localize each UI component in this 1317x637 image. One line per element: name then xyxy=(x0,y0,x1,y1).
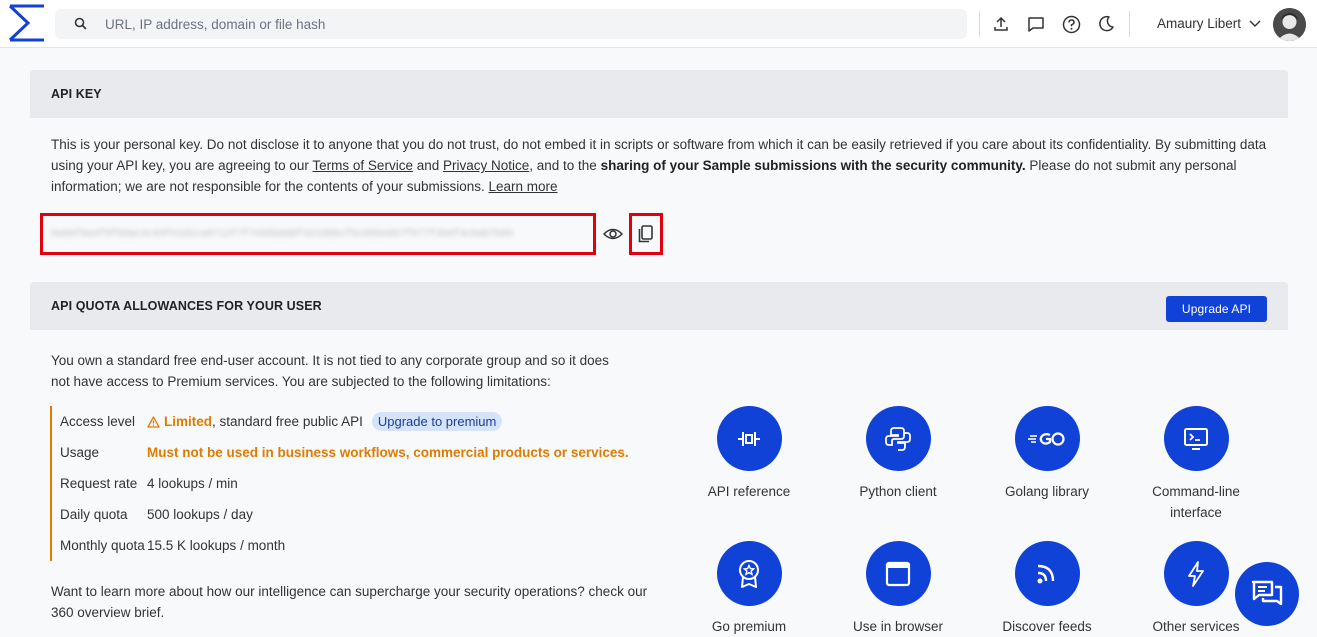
divider xyxy=(979,11,980,37)
api-key-title: API KEY xyxy=(30,70,1288,118)
tool-use-in-browser[interactable]: Use in browser xyxy=(838,541,958,637)
tool-label: Go premium xyxy=(711,619,787,634)
tool-golang-library[interactable]: Golang library xyxy=(987,406,1107,502)
bolt-icon xyxy=(1188,560,1204,587)
comment-icon[interactable] xyxy=(1025,13,1047,35)
tool-discover-feeds[interactable]: Discover feeds xyxy=(987,541,1107,637)
tool-label: Command-line interface xyxy=(1152,484,1240,520)
tool-label: Golang library xyxy=(1004,484,1090,499)
api-key-field[interactable]: 0a86f8a4f9f59ac4c93fe1d1ca8712f7f7eb5b8d… xyxy=(40,213,596,255)
python-icon xyxy=(885,426,911,451)
upgrade-api-button[interactable]: Upgrade API xyxy=(1166,296,1267,322)
api-quota-header: API QUOTA ALLOWANCES FOR YOUR USER Upgra… xyxy=(30,282,1288,330)
terms-link[interactable]: Terms of Service xyxy=(312,158,413,173)
copy-icon xyxy=(638,225,653,243)
api-key-value: 0a86f8a4f9f59ac4c93fe1d1ca8712f7f7eb5b8d… xyxy=(51,228,514,240)
api-quota-title: API QUOTA ALLOWANCES FOR YOUR USER xyxy=(51,299,322,313)
copy-button[interactable] xyxy=(629,213,663,255)
rss-icon xyxy=(1037,564,1055,583)
upload-icon[interactable] xyxy=(990,13,1012,35)
tool-go-premium[interactable]: Go premium xyxy=(689,541,809,637)
desc-text: , and to the xyxy=(529,158,601,173)
privacy-link[interactable]: Privacy Notice xyxy=(443,158,529,173)
warning-icon xyxy=(147,415,160,428)
limit-value: 4 lookups / min xyxy=(147,476,238,491)
desc-text: and xyxy=(412,158,443,173)
limit-row-request-rate: Request rate 4 lookups / min xyxy=(52,468,630,499)
limit-label: Daily quota xyxy=(60,507,128,522)
top-bar: Amaury Libert xyxy=(0,0,1317,48)
limit-row-monthly-quota: Monthly quota 15.5 K lookups / month xyxy=(52,530,630,561)
api-reference-icon xyxy=(738,431,760,446)
tool-label: Use in browser xyxy=(852,619,944,634)
limit-row-usage: Usage Must not be used in business workf… xyxy=(52,437,630,468)
search-input[interactable] xyxy=(105,16,925,32)
limit-value: 15.5 K lookups / month xyxy=(147,538,286,553)
tool-api-reference[interactable]: API reference xyxy=(689,406,809,502)
limit-row-daily-quota: Daily quota 500 lookups / day xyxy=(52,499,630,530)
api-quota-card: API QUOTA ALLOWANCES FOR YOUR USER Upgra… xyxy=(30,282,1288,637)
tool-python-client[interactable]: Python client xyxy=(838,406,958,502)
badge-icon xyxy=(739,559,759,588)
terminal-icon xyxy=(1184,427,1208,450)
chat-icon xyxy=(1251,580,1283,606)
search-icon xyxy=(74,17,87,30)
avatar[interactable] xyxy=(1273,8,1306,41)
quota-intro: You own a standard free end-user account… xyxy=(51,353,609,389)
limit-label: Monthly quota xyxy=(60,538,145,553)
chevron-down-icon[interactable] xyxy=(1248,17,1262,31)
limit-label: Access level xyxy=(60,414,136,429)
tool-command-line-interface[interactable]: Command-line interface xyxy=(1136,406,1256,523)
limit-label: Request rate xyxy=(60,476,138,491)
logo-icon[interactable] xyxy=(8,4,46,42)
user-name[interactable]: Amaury Libert xyxy=(1157,16,1241,31)
limited-text: Limited xyxy=(164,414,213,429)
limit-row-access-level: Access level Limited, standard free publ… xyxy=(52,406,630,437)
desc-bold-text: sharing of your Sample submissions with … xyxy=(600,158,1026,173)
quota-outro: Want to learn more about how our intelli… xyxy=(51,584,648,620)
api-key-card: API KEY This is your personal key. Do no… xyxy=(30,70,1288,260)
eye-icon[interactable] xyxy=(602,224,624,244)
tool-label: Python client xyxy=(859,484,937,499)
api-key-description: This is your personal key. Do not disclo… xyxy=(30,118,1288,197)
tool-label: Other services xyxy=(1152,619,1240,634)
limits-list: Access level Limited, standard free publ… xyxy=(50,406,630,561)
help-icon[interactable] xyxy=(1060,13,1082,35)
upgrade-premium-badge[interactable]: Upgrade to premium xyxy=(371,412,503,431)
moon-icon[interactable] xyxy=(1095,13,1117,35)
chat-button[interactable] xyxy=(1235,562,1299,626)
learn-more-link[interactable]: Learn more xyxy=(488,179,557,194)
limit-value: , standard free public API xyxy=(212,414,363,429)
divider xyxy=(1129,11,1130,37)
limit-value: 500 lookups / day xyxy=(147,507,253,522)
browser-icon xyxy=(885,561,911,586)
tool-label: API reference xyxy=(707,484,791,499)
limit-value: Must not be used in business workflows, … xyxy=(147,445,629,460)
limit-label: Usage xyxy=(60,445,100,460)
golang-icon xyxy=(1028,431,1065,446)
search-bar[interactable] xyxy=(55,9,967,39)
tool-label: Discover feeds xyxy=(1002,619,1092,634)
